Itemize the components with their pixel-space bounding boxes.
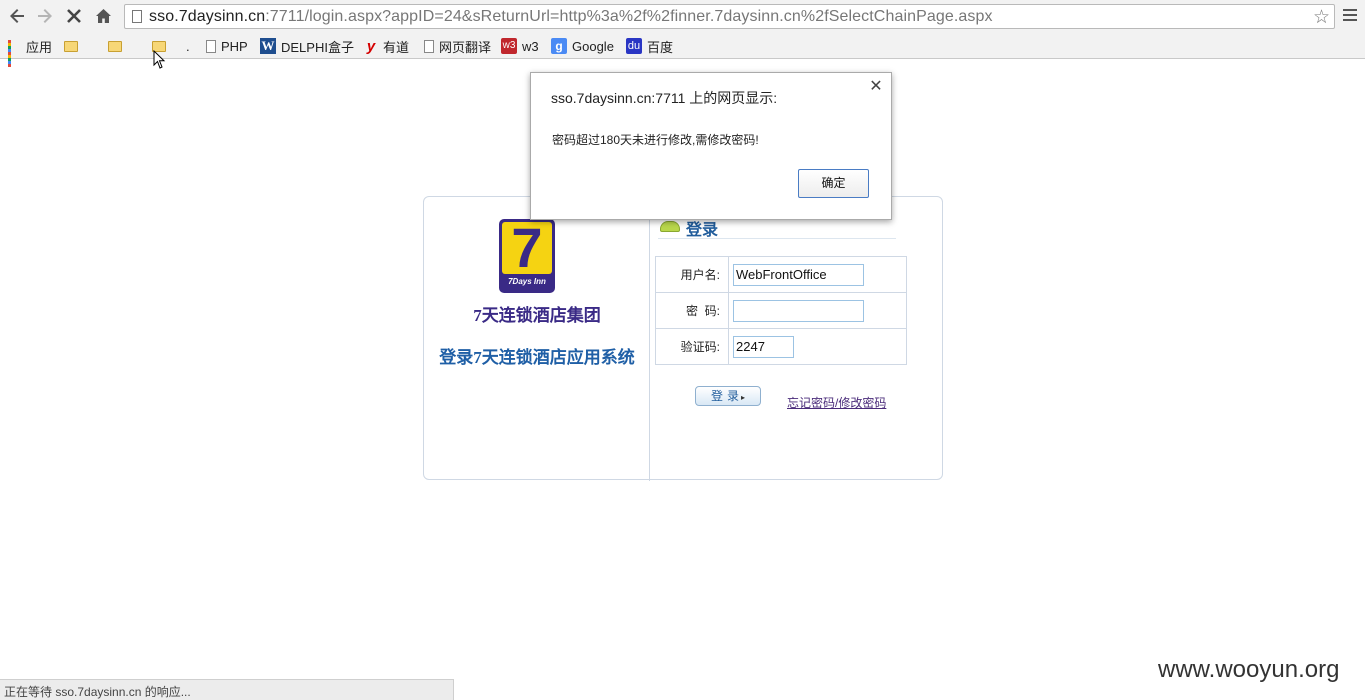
bookmark-youdao[interactable]: y 有道 [364, 36, 409, 56]
username-label: 用户名: [655, 256, 729, 293]
bookmark-w3[interactable]: w3 w3 [501, 36, 539, 56]
company-name: 7天连锁酒店集团 [473, 306, 601, 325]
username-row: 用户名: [655, 256, 907, 293]
username-input[interactable] [733, 263, 864, 286]
bookmark-label: PHP [221, 38, 248, 54]
bookmark-label: 百度 [647, 39, 674, 55]
status-bar: 正在等待 sso.7daysinn.cn 的响应... [0, 679, 454, 700]
folder-icon [64, 40, 78, 52]
bookmark-folder-2[interactable] [108, 36, 127, 56]
bookmark-apps[interactable]: 应用 [8, 36, 53, 67]
mouse-cursor-icon [153, 50, 166, 69]
w-icon: W [260, 38, 276, 54]
7days-inn-logo: 7 7Days Inn [499, 216, 555, 293]
folder-icon [108, 40, 122, 52]
page-icon [132, 10, 142, 23]
login-form: 用户名: 密 码: 验证码: [655, 256, 907, 365]
bookmark-folder-1[interactable] [64, 36, 83, 56]
ok-button[interactable]: 确定 [798, 169, 869, 198]
login-panel: 7 7Days Inn 7天连锁酒店集团 登录7天连锁酒店应用系统 登录 用户名… [423, 196, 943, 481]
alert-title: sso.7daysinn.cn:7711 上的网页显示: [551, 90, 778, 106]
address-bar[interactable]: sso.7daysinn.cn:7711/login.aspx?appID=24… [124, 4, 1335, 29]
watermark: www.wooyun.org [1158, 656, 1340, 683]
bookmark-google[interactable]: g Google [551, 36, 614, 56]
stop-icon[interactable] [61, 4, 87, 28]
bookmark-delphi[interactable]: W DELPHI盒子 [260, 36, 354, 56]
captcha-row: 验证码: [655, 328, 907, 365]
login-button[interactable]: 登录▸ [695, 386, 761, 406]
forward-arrow-icon[interactable] [32, 4, 58, 28]
login-button-label: 登录 [710, 389, 743, 403]
bookmark-translate[interactable]: 网页翻译 [424, 36, 491, 56]
password-row: 密 码: [655, 292, 907, 329]
logo-digit: 7 [511, 216, 543, 279]
youdao-icon: y [366, 37, 376, 55]
google-icon: g [551, 38, 567, 54]
page-icon [206, 39, 216, 53]
w3-icon: w3 [501, 38, 517, 54]
captcha-label: 验证码: [655, 328, 729, 365]
login-hat-icon [660, 221, 680, 232]
bookmark-label: 有道 [383, 39, 410, 55]
bookmark-label: Google [572, 38, 614, 54]
bookmark-label: . [186, 38, 190, 54]
close-icon[interactable]: ✕ [868, 79, 884, 95]
bookmark-label: 网页翻译 [439, 39, 492, 55]
url-path: :7711/login.aspx?appID=24&sReturnUrl=htt… [265, 8, 993, 25]
alert-dialog: sso.7daysinn.cn:7711 上的网页显示: ✕ 密码超过180天未… [530, 72, 892, 220]
password-input[interactable] [733, 299, 864, 322]
brand-column: 7 7Days Inn 7天连锁酒店集团 登录7天连锁酒店应用系统 [424, 197, 650, 481]
star-icon[interactable]: ☆ [1313, 6, 1330, 29]
bookmark-label: w3 [522, 38, 539, 54]
alert-message: 密码超过180天未进行修改,需修改密码! [552, 133, 759, 147]
bookmark-label: 应用 [26, 39, 53, 55]
bookmark-baidu[interactable]: du 百度 [626, 36, 673, 56]
bookmarks-bar: 应用 . PHP W DELPHI盒子 y 有道 网页翻译 w3 w3 g Go… [0, 32, 1365, 67]
browser-toolbar: sso.7daysinn.cn:7711/login.aspx?appID=24… [0, 0, 1365, 32]
forgot-password-link[interactable]: 忘记密码/修改密码 [787, 394, 886, 411]
hamburger-menu-icon[interactable] [1339, 6, 1361, 26]
baidu-icon: du [626, 38, 642, 54]
captcha-input[interactable] [733, 335, 794, 358]
bookmark-dot[interactable]: . [186, 36, 190, 56]
system-name: 登录7天连锁酒店应用系统 [439, 348, 635, 367]
url-text[interactable]: sso.7daysinn.cn:7711/login.aspx?appID=24… [149, 8, 993, 26]
apps-grid-icon [8, 39, 21, 67]
page-icon [424, 39, 434, 53]
home-icon[interactable] [90, 4, 116, 28]
url-host: sso.7daysinn.cn [149, 8, 266, 25]
back-arrow-icon[interactable] [4, 4, 30, 28]
password-label: 密 码: [655, 292, 729, 329]
bookmark-php[interactable]: PHP [206, 36, 248, 56]
bookmark-label: DELPHI盒子 [281, 39, 354, 55]
triangle-right-icon: ▸ [741, 393, 746, 402]
